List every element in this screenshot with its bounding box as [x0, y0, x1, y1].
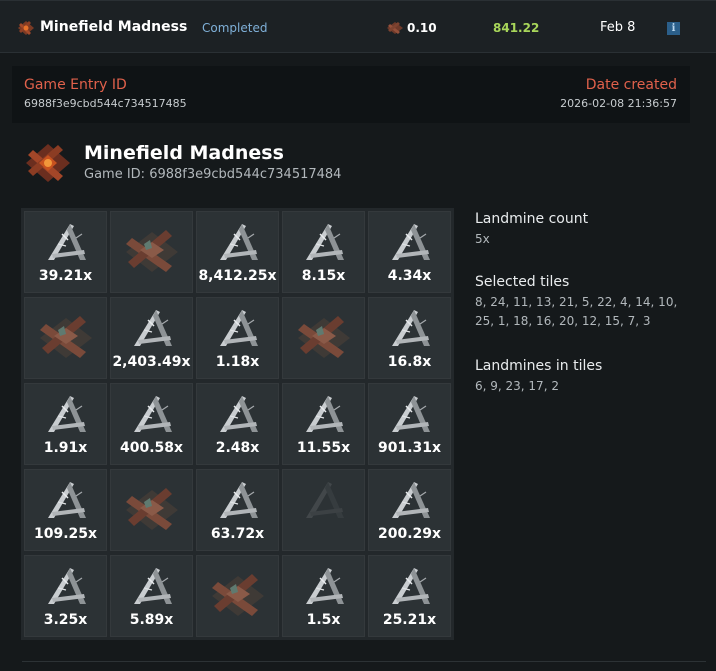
grid-tile-11[interactable]: 1.91x: [24, 383, 107, 465]
grid-tile-18[interactable]: 63.72x: [196, 469, 279, 551]
game-history-view: Minefield Madness Completed 0.10 841.22 …: [0, 0, 716, 671]
grid-tile-12[interactable]: 400.58x: [110, 383, 193, 465]
profit-amount: 841.22: [493, 21, 540, 35]
grid-tile-24[interactable]: 1.5x: [282, 555, 365, 637]
grid-tile-7[interactable]: 2,403.49x: [110, 297, 193, 379]
grid-tile-6[interactable]: [24, 297, 107, 379]
landmine-count-value: 5x: [475, 232, 490, 246]
grid-tile-23[interactable]: [196, 555, 279, 637]
landmines-in-tiles-value: 6, 9, 23, 17, 2: [475, 379, 559, 393]
grid-tile-13[interactable]: 2.48x: [196, 383, 279, 465]
tile-multiplier: 1.91x: [43, 440, 88, 456]
grid-tile-19[interactable]: [282, 469, 365, 551]
landmines-in-tiles-label: Landmines in tiles: [475, 358, 603, 374]
tile-multiplier: 4.34x: [387, 268, 432, 284]
tile-multiplier: 901.31x: [377, 440, 442, 456]
grid-tile-22[interactable]: 5.89x: [110, 555, 193, 637]
grid-tile-2[interactable]: [110, 211, 193, 293]
date-created-label: Date created: [585, 77, 677, 93]
info-icon[interactable]: i: [667, 22, 680, 35]
grid-tile-15[interactable]: 901.31x: [368, 383, 451, 465]
game-summary-row[interactable]: Minefield Madness Completed 0.10 841.22 …: [0, 0, 716, 53]
mine-grid: 39.21x 8,412.25x 8.15x 4.34x 2,403.49x 1.18x 1…: [21, 208, 454, 640]
grid-tile-1[interactable]: 39.21x: [24, 211, 107, 293]
bet-amount: 0.10: [407, 21, 437, 35]
status-badge: Completed: [202, 21, 268, 35]
tile-multiplier: 1.5x: [306, 612, 341, 628]
tile-multiplier: 1.18x: [215, 354, 260, 370]
game-details-panel: Game Entry ID 6988f3e9cbd544c734517485 D…: [12, 66, 690, 123]
minefield-game-icon: [18, 21, 34, 35]
tile-multiplier: 5.89x: [129, 612, 174, 628]
divider: [22, 661, 706, 662]
tile-multiplier: 8,412.25x: [198, 268, 277, 284]
grid-tile-17[interactable]: [110, 469, 193, 551]
grid-tile-9[interactable]: [282, 297, 365, 379]
selected-tiles-label: Selected tiles: [475, 274, 570, 290]
tile-multiplier: 39.21x: [38, 268, 93, 284]
grid-tile-4[interactable]: 8.15x: [282, 211, 365, 293]
tile-multiplier: 109.25x: [33, 526, 98, 542]
entry-id-value: 6988f3e9cbd544c734517485: [24, 97, 187, 110]
grid-tile-25[interactable]: 25.21x: [368, 555, 451, 637]
game-title: Minefield Madness: [84, 142, 284, 164]
game-name: Minefield Madness: [40, 19, 188, 35]
tile-multiplier: 11.55x: [296, 440, 351, 456]
landmine-count-label: Landmine count: [475, 211, 589, 227]
grid-tile-20[interactable]: 200.29x: [368, 469, 451, 551]
minefield-logo-icon: [26, 144, 70, 182]
selected-tiles-value: 8, 24, 11, 13, 21, 5, 22, 4, 14, 10, 25,…: [475, 295, 678, 328]
currency-icon: [387, 22, 403, 34]
grid-tile-8[interactable]: 1.18x: [196, 297, 279, 379]
tile-multiplier: 63.72x: [210, 526, 265, 542]
game-id: Game ID: 6988f3e9cbd544c734517484: [84, 167, 342, 182]
grid-tile-21[interactable]: 3.25x: [24, 555, 107, 637]
game-date: Feb 8: [600, 20, 636, 35]
tile-multiplier: 16.8x: [387, 354, 432, 370]
tile-multiplier: 8.15x: [301, 268, 346, 284]
date-created-value: 2026-02-08 21:36:57: [560, 97, 677, 110]
grid-tile-14[interactable]: 11.55x: [282, 383, 365, 465]
entry-id-label: Game Entry ID: [24, 77, 127, 93]
tile-multiplier: 2,403.49x: [112, 354, 191, 370]
tile-multiplier: 25.21x: [382, 612, 437, 628]
grid-tile-10[interactable]: 16.8x: [368, 297, 451, 379]
tile-multiplier: 200.29x: [377, 526, 442, 542]
tile-multiplier: 400.58x: [119, 440, 184, 456]
grid-tile-5[interactable]: 4.34x: [368, 211, 451, 293]
grid-tile-3[interactable]: 8,412.25x: [196, 211, 279, 293]
tile-multiplier: 2.48x: [215, 440, 260, 456]
tile-multiplier: 3.25x: [43, 612, 88, 628]
grid-tile-16[interactable]: 109.25x: [24, 469, 107, 551]
